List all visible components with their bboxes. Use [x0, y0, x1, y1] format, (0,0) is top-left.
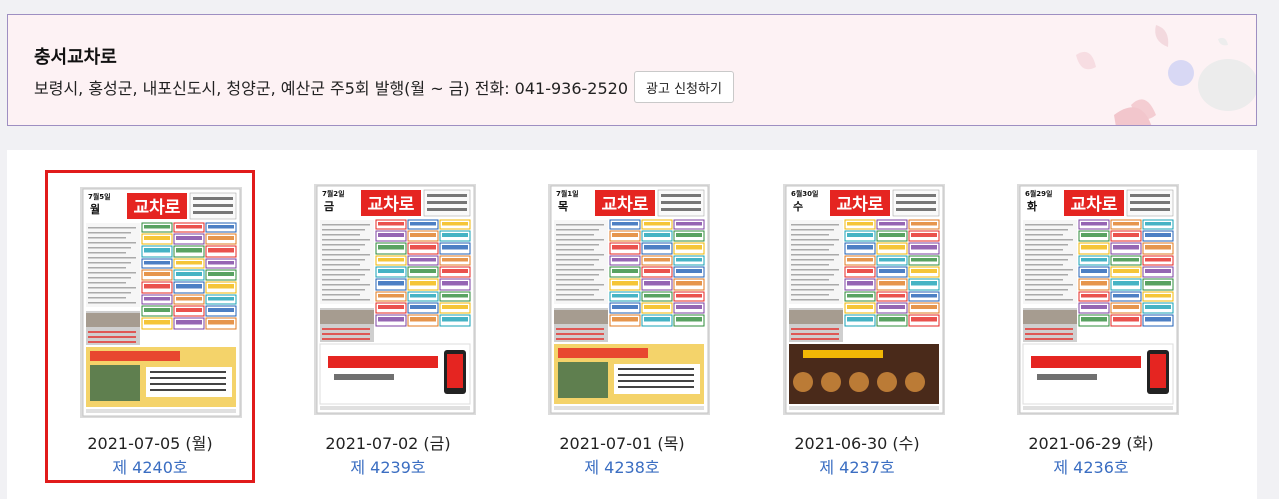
issue-number-link[interactable]: 제 4239호 — [283, 454, 493, 478]
svg-text:금: 금 — [324, 200, 334, 213]
svg-text:화: 화 — [1027, 199, 1037, 213]
newspaper-cover-thumbnail[interactable]: 6월30일수 교차로 — [783, 184, 945, 415]
issue-list: 7월5일 월 교차로 2021-07-05 (월) 제 4240호 7월2일금 교차로… — [7, 150, 1257, 499]
svg-text:수: 수 — [793, 200, 803, 213]
svg-text:6월30일: 6월30일 — [791, 189, 819, 198]
svg-text:7월2일: 7월2일 — [322, 189, 345, 198]
issue-date: 2021-06-29 (화) — [1028, 434, 1154, 453]
issue-number-link[interactable]: 제 4237호 — [752, 454, 962, 478]
newspaper-cover-thumbnail[interactable]: 7월2일금 교차로 — [314, 184, 476, 415]
svg-text:월: 월 — [90, 202, 100, 216]
svg-text:교차로: 교차로 — [368, 195, 415, 215]
publication-description: 보령시, 홍성군, 내포신도시, 청양군, 예산군 주5회 발행(월 ~ 금) … — [34, 71, 734, 103]
decorative-petals-graphic — [1076, 25, 1256, 125]
svg-text:7월5일: 7월5일 — [88, 192, 111, 201]
newspaper-cover-thumbnail[interactable]: 7월1일목 교차로 — [548, 184, 710, 415]
issue-date: 2021-06-30 (수) — [794, 434, 920, 453]
ad-apply-button[interactable]: 광고 신청하기 — [634, 71, 734, 103]
issue-number-link[interactable]: 제 4238호 — [517, 454, 727, 478]
issue-item[interactable]: 7월2일금 교차로 2021-07-02 (금) 제 4239호 — [283, 170, 493, 483]
issue-date: 2021-07-02 (금) — [325, 434, 451, 453]
svg-text:교차로: 교차로 — [602, 195, 649, 215]
svg-text:7월1일: 7월1일 — [556, 189, 579, 198]
publication-title: 충서교차로 — [34, 47, 117, 68]
publication-info: 보령시, 홍성군, 내포신도시, 청양군, 예산군 주5회 발행(월 ~ 금) … — [34, 79, 629, 98]
svg-text:6월29일: 6월29일 — [1025, 189, 1053, 198]
newspaper-cover-thumbnail[interactable]: 6월29일화 교차로 — [1017, 184, 1179, 415]
issue-number-link[interactable]: 제 4240호 — [48, 454, 252, 478]
svg-text:교차로: 교차로 — [1071, 195, 1118, 215]
issue-item[interactable]: 7월5일 월 교차로 2021-07-05 (월) 제 4240호 — [45, 170, 255, 483]
publication-banner: 충서교차로 보령시, 홍성군, 내포신도시, 청양군, 예산군 주5회 발행(월… — [7, 14, 1257, 126]
svg-text:교차로: 교차로 — [134, 198, 181, 218]
svg-text:목: 목 — [558, 200, 568, 213]
issue-item[interactable]: 6월29일 화 교차로 2021-06-29 (화) 제 4236호 — [986, 170, 1196, 483]
issue-item[interactable]: 6월30일수 교차로 2021-06-30 (수) 제 4237호 — [752, 170, 962, 483]
issue-number-link[interactable]: 제 4236호 — [986, 454, 1196, 478]
issue-date: 2021-07-05 (월) — [87, 434, 213, 453]
svg-text:교차로: 교차로 — [837, 195, 884, 215]
issue-date: 2021-07-01 (목) — [559, 434, 685, 453]
newspaper-cover-thumbnail[interactable]: 7월5일월 교차로 — [80, 187, 242, 418]
issue-item[interactable]: 7월1일목 교차로 2021-07-01 (목) 제 4238호 — [517, 170, 727, 483]
